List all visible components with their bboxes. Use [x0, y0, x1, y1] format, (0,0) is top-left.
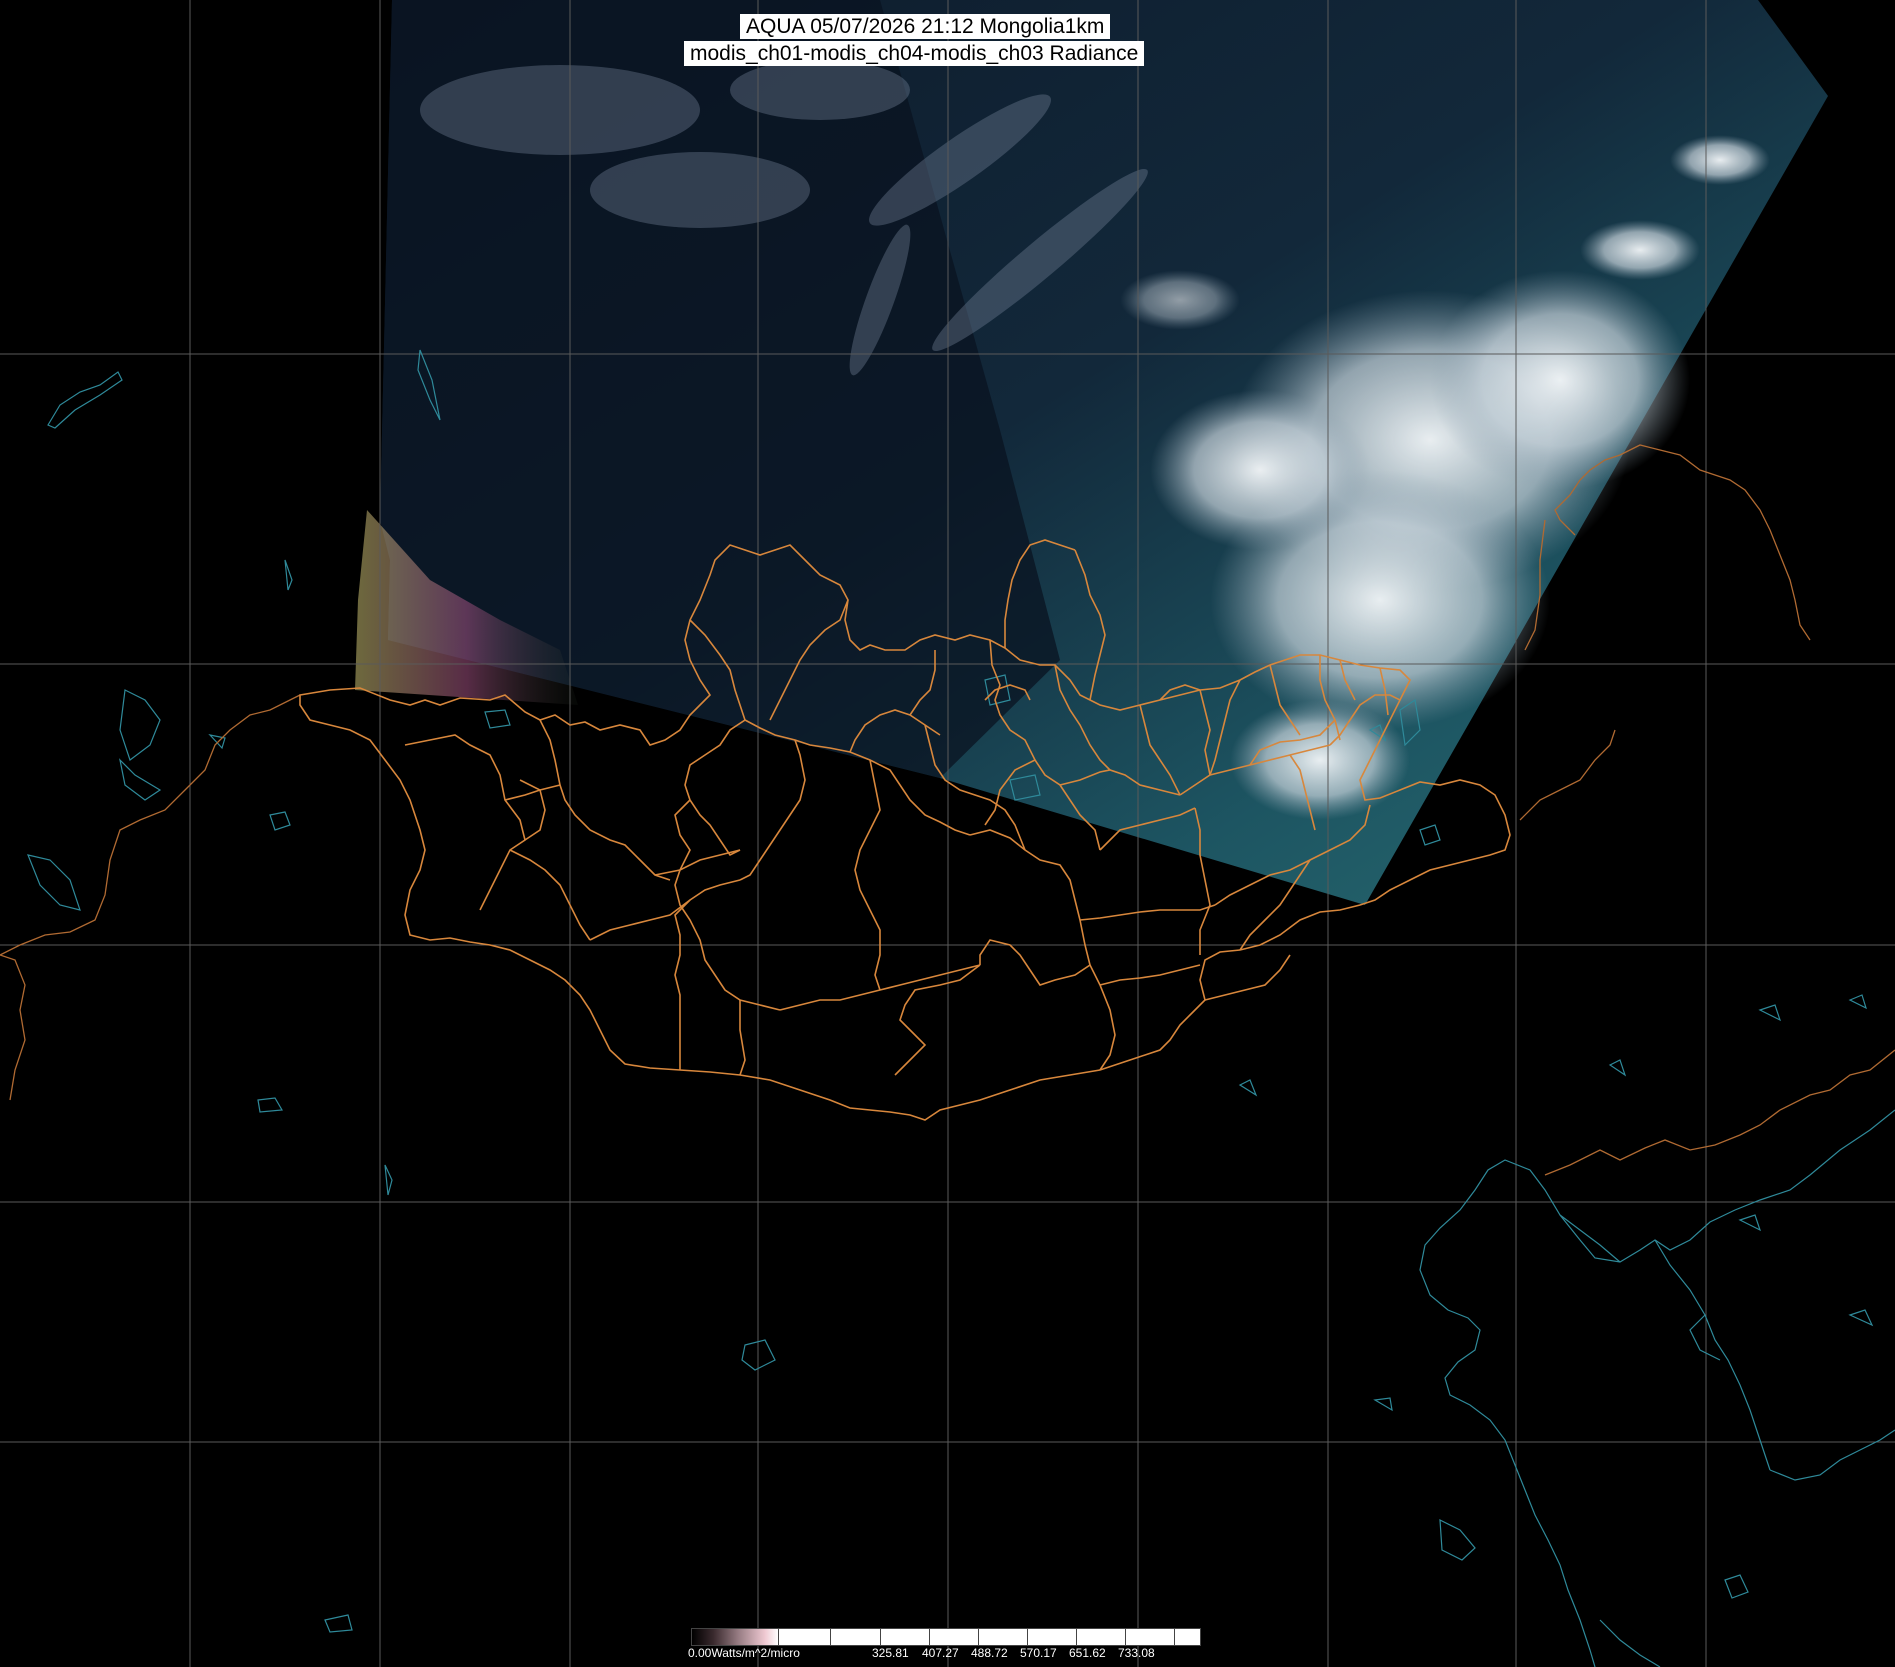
legend-tick — [880, 1629, 881, 1645]
legend-tick — [1027, 1629, 1028, 1645]
legend-tick — [778, 1629, 779, 1645]
legend-color-bar — [691, 1628, 1201, 1646]
satellite-map — [0, 0, 1895, 1667]
legend-gradient — [692, 1629, 778, 1645]
legend-unit-label: 0.00Watts/m^2/micro — [688, 1646, 800, 1660]
legend-tick — [1076, 1629, 1077, 1645]
legend-value: 570.17 — [1020, 1646, 1057, 1660]
legend-tick — [929, 1629, 930, 1645]
legend-tick — [830, 1629, 831, 1645]
map-title-line-1: AQUA 05/07/2026 21:12 Mongolia1km — [740, 14, 1111, 39]
legend-value: 488.72 — [971, 1646, 1008, 1660]
legend-value: 407.27 — [922, 1646, 959, 1660]
legend-value: 325.81 — [872, 1646, 909, 1660]
legend-tick — [1174, 1629, 1175, 1645]
legend-tick — [978, 1629, 979, 1645]
legend-tick — [1125, 1629, 1126, 1645]
map-title-line-2: modis_ch01-modis_ch04-modis_ch03 Radianc… — [684, 41, 1145, 66]
legend-value: 651.62 — [1069, 1646, 1106, 1660]
legend-value: 733.08 — [1118, 1646, 1155, 1660]
color-legend: 0.00Watts/m^2/micro 325.81 407.27 488.72… — [688, 1628, 1204, 1666]
